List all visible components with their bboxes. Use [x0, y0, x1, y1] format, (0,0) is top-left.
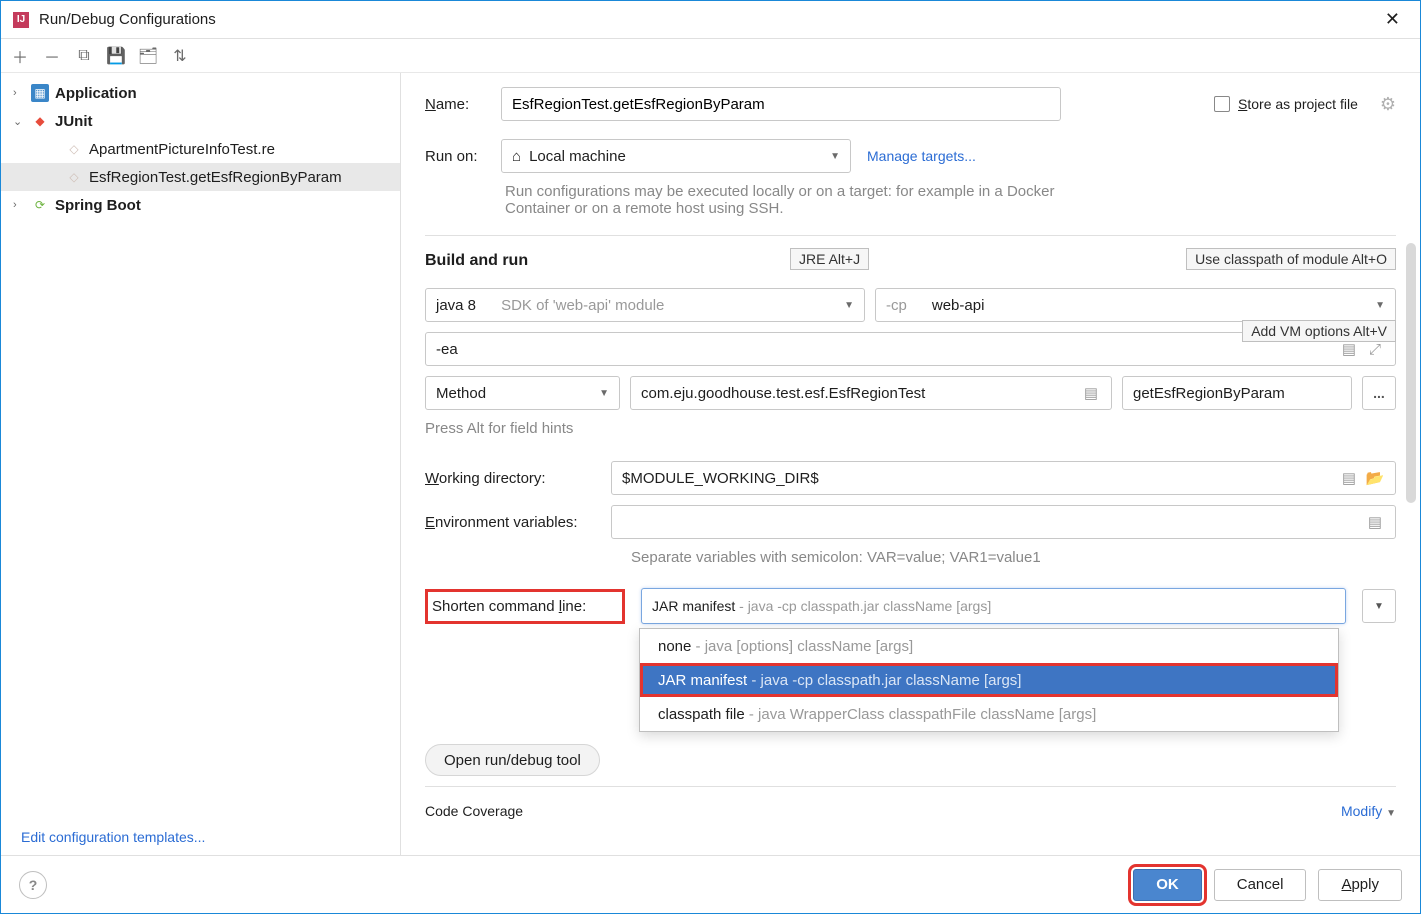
env-vars-hint: Separate variables with semicolon: VAR=v… — [631, 549, 1396, 566]
store-project-file-checkbox[interactable]: Store as project file — [1214, 96, 1358, 112]
method-input[interactable]: getEsfRegionByParam — [1122, 376, 1352, 410]
jre-select[interactable]: java 8 SDK of 'web-api' module ▼ — [425, 288, 865, 322]
chevron-down-icon: ▼ — [1386, 808, 1396, 819]
shorten-option-none[interactable]: none - java [options] className [args] — [640, 629, 1338, 663]
help-button[interactable]: ? — [19, 871, 47, 899]
chevron-right-icon: › — [13, 199, 25, 211]
build-run-title: Build and run — [425, 252, 528, 270]
junit-grey-icon: ◇ — [65, 140, 83, 158]
working-dir-label: Working directory: — [425, 470, 595, 487]
env-vars-input[interactable]: ▤ — [611, 505, 1396, 539]
manage-targets-link[interactable]: Manage targets... — [867, 148, 976, 164]
application-icon: ▦ — [31, 84, 49, 102]
expand-list-icon[interactable]: ▤ — [1339, 468, 1359, 488]
cancel-button[interactable]: Cancel — [1214, 869, 1307, 901]
store-label: Store as project file — [1238, 96, 1358, 112]
code-coverage-title: Code Coverage — [425, 803, 523, 819]
working-dir-input[interactable]: $MODULE_WORKING_DIR$ ▤ 📂 — [611, 461, 1396, 495]
field-hint: Press Alt for field hints — [425, 420, 1396, 437]
test-kind-select[interactable]: Method ▼ — [425, 376, 620, 410]
expand-list-icon[interactable]: ▤ — [1365, 512, 1385, 532]
gear-icon[interactable]: ⚙ — [1380, 94, 1396, 115]
chevron-down-icon: ▼ — [830, 151, 840, 162]
copy-config-icon[interactable]: ⧉ — [75, 47, 93, 65]
window-title: Run/Debug Configurations — [39, 11, 1377, 28]
run-on-label: Run on: — [425, 148, 485, 165]
vm-options-tooltip: Add VM options Alt+V — [1242, 320, 1396, 342]
apply-button[interactable]: Apply — [1318, 869, 1402, 901]
tree-leaf-apartment-test[interactable]: ◇ ApartmentPictureInfoTest.re — [1, 135, 400, 163]
app-logo-icon: IJ — [13, 12, 29, 28]
divider — [425, 235, 1396, 236]
save-config-icon[interactable]: 💾 — [107, 47, 125, 65]
chevron-down-icon: ▼ — [1374, 601, 1384, 612]
ok-button[interactable]: OK — [1133, 869, 1202, 901]
close-icon[interactable]: ✕ — [1377, 5, 1408, 34]
toolbar: ＋ － ⧉ 💾 🗂 ⇅ — [1, 39, 1420, 73]
shorten-option-classpath-file[interactable]: classpath file - java WrapperClass class… — [640, 697, 1338, 731]
tree-node-application[interactable]: › ▦ Application — [1, 79, 400, 107]
chevron-down-icon: ▼ — [1375, 300, 1385, 311]
run-on-select[interactable]: ⌂ Local machine ▼ — [501, 139, 851, 173]
home-icon: ⌂ — [512, 148, 521, 165]
divider — [425, 786, 1396, 787]
chevron-down-icon: ⌄ — [13, 115, 25, 128]
titlebar: IJ Run/Debug Configurations ✕ — [1, 1, 1420, 39]
expand-icon[interactable]: ⤢ — [1365, 339, 1385, 359]
dialog-footer: ? OK Cancel Apply — [1, 855, 1420, 913]
tree-node-junit[interactable]: ⌄ ◆ JUnit — [1, 107, 400, 135]
shorten-select[interactable]: JAR manifest - java -cp classpath.jar cl… — [641, 588, 1346, 624]
run-on-hint: Run configurations may be executed local… — [505, 183, 1065, 217]
folder-icon[interactable]: 📂 — [1365, 468, 1385, 488]
expand-list-icon[interactable]: ▤ — [1339, 339, 1359, 359]
chevron-down-icon: ▼ — [599, 388, 609, 399]
spring-icon: ⟳ — [31, 196, 49, 214]
scrollbar[interactable] — [1406, 243, 1416, 503]
edit-templates-link[interactable]: Edit configuration templates... — [21, 829, 205, 845]
classpath-select[interactable]: -cp web-api ▼ — [875, 288, 1396, 322]
junit-grey-icon: ◇ — [65, 168, 83, 186]
checkbox-icon — [1214, 96, 1230, 112]
shorten-label: Shorten command line: — [425, 589, 625, 624]
chevron-right-icon: › — [13, 87, 25, 99]
tree-node-spring-boot[interactable]: › ⟳ Spring Boot — [1, 191, 400, 219]
shorten-caret-button[interactable]: ▼ — [1362, 589, 1396, 623]
tree-leaf-esfregion-test[interactable]: ◇ EsfRegionTest.getEsfRegionByParam — [1, 163, 400, 191]
sort-config-icon[interactable]: ⇅ — [171, 47, 189, 65]
name-label: Name: — [425, 96, 485, 113]
remove-config-icon[interactable]: － — [43, 47, 61, 65]
junit-icon: ◆ — [31, 112, 49, 130]
open-tool-button[interactable]: Open run/debug tool — [425, 744, 600, 776]
class-input[interactable]: com.eju.goodhouse.test.esf.EsfRegionTest… — [630, 376, 1112, 410]
classpath-tooltip: Use classpath of module Alt+O — [1186, 248, 1396, 270]
shorten-dropdown-panel: none - java [options] className [args] J… — [639, 628, 1339, 732]
browse-method-button[interactable]: ... — [1362, 376, 1396, 410]
env-vars-label: Environment variables: — [425, 514, 595, 531]
folder-config-icon[interactable]: 🗂 — [139, 47, 157, 65]
expand-list-icon[interactable]: ▤ — [1081, 383, 1101, 403]
config-form: Name: Store as project file ⚙ Run on: ⌂ … — [401, 73, 1420, 855]
config-tree: › ▦ Application ⌄ ◆ JUnit ◇ ApartmentPic… — [1, 73, 401, 855]
modify-coverage-link[interactable]: Modify ▼ — [1341, 803, 1396, 819]
jre-tooltip: JRE Alt+J — [790, 248, 869, 270]
name-input[interactable] — [501, 87, 1061, 121]
add-config-icon[interactable]: ＋ — [11, 47, 29, 65]
shorten-option-jar-manifest[interactable]: JAR manifest - java -cp classpath.jar cl… — [640, 663, 1338, 697]
chevron-down-icon: ▼ — [844, 300, 854, 311]
